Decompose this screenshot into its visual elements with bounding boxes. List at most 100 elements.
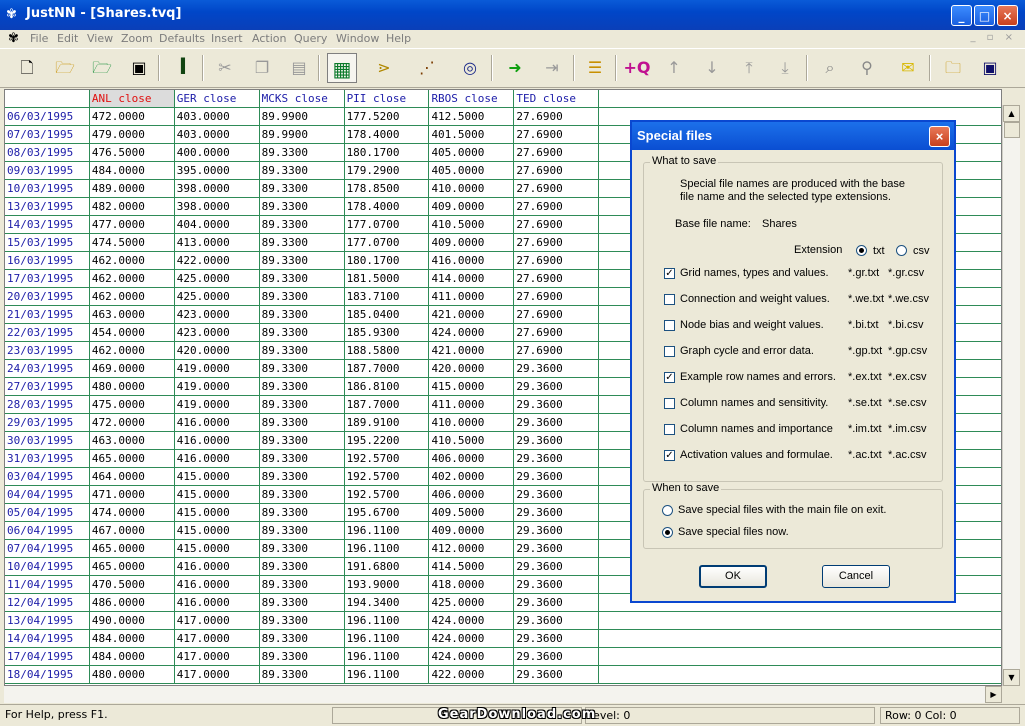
- row-header-cell[interactable]: 27/03/1995: [5, 377, 90, 396]
- column-header[interactable]: ANL close: [89, 90, 175, 108]
- grid-cell[interactable]: 474.5000: [89, 233, 175, 252]
- row-header-cell[interactable]: 14/04/1995: [5, 629, 90, 648]
- grid-cell[interactable]: 189.9100: [344, 413, 430, 432]
- grid-cell[interactable]: 89.3300: [259, 161, 345, 180]
- grid-cell[interactable]: 398.0000: [174, 197, 260, 216]
- grid-cell[interactable]: 196.1100: [344, 521, 430, 540]
- grid-cell[interactable]: 403.0000: [174, 107, 260, 126]
- ok-button[interactable]: OK: [699, 565, 767, 588]
- grid-cell[interactable]: 27.6900: [513, 251, 600, 270]
- grid-cell[interactable]: 188.5800: [344, 341, 430, 360]
- grid-cell[interactable]: 183.7100: [344, 287, 430, 306]
- grid-cell[interactable]: 177.5200: [344, 107, 430, 126]
- grid-cell[interactable]: 425.0000: [174, 287, 260, 306]
- grid-cell[interactable]: 186.8100: [344, 377, 430, 396]
- grid-cell[interactable]: 180.1700: [344, 251, 430, 270]
- grid-cell[interactable]: 417.0000: [174, 665, 260, 684]
- grid-cell[interactable]: 29.3600: [513, 467, 600, 486]
- grid-cell[interactable]: 89.3300: [259, 359, 345, 378]
- row-header-cell[interactable]: 03/04/1995: [5, 467, 90, 486]
- grid-cell[interactable]: 192.5700: [344, 467, 430, 486]
- column-header[interactable]: MCKS close: [259, 90, 345, 108]
- grid-cell[interactable]: 89.3300: [259, 215, 345, 234]
- row-header-cell[interactable]: 30/03/1995: [5, 431, 90, 450]
- grid-cell[interactable]: 410.5000: [428, 215, 515, 234]
- row-header-cell[interactable]: 28/03/1995: [5, 395, 90, 414]
- grid-cell[interactable]: 89.3300: [259, 503, 345, 522]
- grid-cell[interactable]: 89.3300: [259, 323, 345, 342]
- grid-cell[interactable]: 462.0000: [89, 269, 175, 288]
- grid-cell[interactable]: 470.5000: [89, 575, 175, 594]
- grid-cell[interactable]: 414.0000: [428, 269, 515, 288]
- search-icon[interactable]: ⌕: [815, 53, 845, 83]
- menu-help[interactable]: Help: [386, 32, 411, 45]
- grid-cell[interactable]: 415.0000: [174, 503, 260, 522]
- grid-cell[interactable]: 422.0000: [174, 251, 260, 270]
- grid-cell[interactable]: 405.0000: [428, 161, 515, 180]
- grid-cell[interactable]: 410.0000: [428, 413, 515, 432]
- text-cursor-icon[interactable]: I: [168, 53, 198, 83]
- grid-cell[interactable]: 418.0000: [428, 575, 515, 594]
- grid-cell[interactable]: 29.3600: [513, 485, 600, 504]
- grid-cell[interactable]: 409.5000: [428, 503, 515, 522]
- grid-cell[interactable]: 463.0000: [89, 431, 175, 450]
- row-header-cell[interactable]: 18/04/1995: [5, 665, 90, 684]
- scroll-up-arrow[interactable]: ▲: [1003, 105, 1020, 122]
- grid-cell[interactable]: 178.4000: [344, 125, 430, 144]
- grid-cell[interactable]: 472.0000: [89, 413, 175, 432]
- grid-cell[interactable]: 462.0000: [89, 287, 175, 306]
- grid-cell[interactable]: 462.0000: [89, 251, 175, 270]
- grid-cell[interactable]: 181.5000: [344, 269, 430, 288]
- row-header-cell[interactable]: 16/03/1995: [5, 251, 90, 270]
- grid-cell[interactable]: 89.3300: [259, 665, 345, 684]
- grid-cell[interactable]: 27.6900: [513, 125, 600, 144]
- row-header-cell[interactable]: 21/03/1995: [5, 305, 90, 324]
- grid-cell[interactable]: 27.6900: [513, 323, 600, 342]
- row-header-cell[interactable]: 14/03/1995: [5, 215, 90, 234]
- vertical-scroll-thumb[interactable]: [1004, 122, 1020, 138]
- grid-cell[interactable]: 477.0000: [89, 215, 175, 234]
- grid-cell[interactable]: 471.0000: [89, 485, 175, 504]
- row-header-cell[interactable]: 11/04/1995: [5, 575, 90, 594]
- grid-icon[interactable]: ▦: [327, 53, 357, 83]
- grid-cell[interactable]: 27.6900: [513, 215, 600, 234]
- grid-cell[interactable]: 472.0000: [89, 107, 175, 126]
- grid-cell[interactable]: 187.7000: [344, 359, 430, 378]
- open-folder-icon[interactable]: 🗁: [50, 53, 80, 83]
- grid-cell[interactable]: 196.1100: [344, 629, 430, 648]
- grid-cell[interactable]: 27.6900: [513, 269, 600, 288]
- grid-cell[interactable]: 29.3600: [513, 521, 600, 540]
- grid-cell[interactable]: 414.5000: [428, 557, 515, 576]
- row-header-cell[interactable]: 17/04/1995: [5, 647, 90, 666]
- grid-cell[interactable]: 412.0000: [428, 539, 515, 558]
- option-checkbox[interactable]: ✓: [664, 268, 675, 279]
- grid-cell[interactable]: 467.0000: [89, 521, 175, 540]
- network-view-icon[interactable]: ⋰: [412, 53, 442, 83]
- grid-cell[interactable]: 196.1100: [344, 647, 430, 666]
- grid-cell[interactable]: 89.3300: [259, 629, 345, 648]
- grid-cell[interactable]: 89.3300: [259, 395, 345, 414]
- save-disk-alt-icon[interactable]: ▣: [975, 53, 1005, 83]
- row-header-cell[interactable]: 29/03/1995: [5, 413, 90, 432]
- grid-cell[interactable]: 423.0000: [174, 305, 260, 324]
- grid-cell[interactable]: 474.0000: [89, 503, 175, 522]
- grid-cell[interactable]: 422.0000: [428, 665, 515, 684]
- add-query-icon[interactable]: +Q: [622, 53, 652, 83]
- grid-cell[interactable]: 454.0000: [89, 323, 175, 342]
- row-header-cell[interactable]: 13/03/1995: [5, 197, 90, 216]
- row-header-cell[interactable]: 17/03/1995: [5, 269, 90, 288]
- grid-cell[interactable]: 419.0000: [174, 377, 260, 396]
- grid-cell[interactable]: 29.3600: [513, 395, 600, 414]
- menu-action[interactable]: Action: [252, 32, 286, 45]
- grid-cell[interactable]: 89.3300: [259, 251, 345, 270]
- arrow-top-icon[interactable]: ⤒: [734, 53, 764, 83]
- grid-cell[interactable]: 89.3300: [259, 539, 345, 558]
- row-header-cell[interactable]: 07/04/1995: [5, 539, 90, 558]
- column-header[interactable]: TED close: [513, 90, 600, 108]
- cut-icon[interactable]: ✂: [210, 53, 240, 83]
- grid-cell[interactable]: 191.6800: [344, 557, 430, 576]
- grid-cell[interactable]: 475.0000: [89, 395, 175, 414]
- vertical-scrollbar[interactable]: ▲ ▼: [1002, 105, 1020, 686]
- grid-cell[interactable]: 185.0400: [344, 305, 430, 324]
- grid-cell[interactable]: 415.0000: [174, 485, 260, 504]
